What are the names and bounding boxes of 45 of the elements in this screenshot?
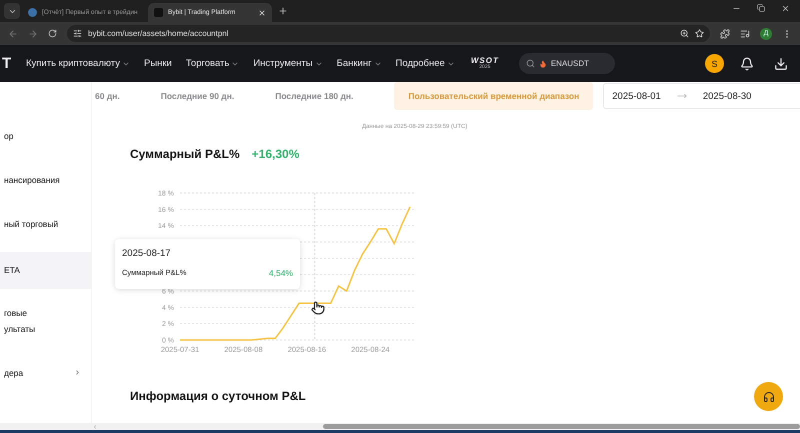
new-tab-button[interactable] [278, 6, 288, 16]
nav-link[interactable]: Купить криптовалюту [26, 58, 130, 69]
support-button[interactable] [754, 382, 783, 411]
nav-link[interactable]: Инструменты [253, 58, 323, 69]
media-icon[interactable] [740, 28, 750, 38]
close-icon[interactable] [781, 4, 790, 12]
hand-cursor-icon [310, 301, 325, 316]
nav-link[interactable]: Банкинг [336, 58, 382, 69]
download-icon[interactable] [774, 56, 788, 70]
tooltip-date: 2025-08-17 [122, 248, 172, 259]
sidebar-item[interactable]: нансирования [0, 164, 91, 196]
bell-icon[interactable] [740, 56, 754, 70]
favicon-icon [154, 8, 163, 17]
nav-link[interactable]: Рынки [144, 58, 172, 69]
section-title: Информация о суточном P&L [129, 388, 306, 403]
tooltip-value: 4,54% [268, 268, 293, 278]
arrow-right-icon [676, 91, 687, 101]
pnl-value: +16,30% [252, 147, 300, 161]
tab-search-button[interactable] [4, 3, 20, 19]
flame-icon [538, 60, 547, 68]
chart-title: Суммарный P&L% [130, 147, 240, 161]
site-logo[interactable]: T [2, 55, 26, 72]
back-icon[interactable] [8, 28, 18, 38]
user-avatar[interactable]: S [705, 54, 724, 73]
extensions-icon[interactable] [720, 28, 730, 38]
search-icon [526, 59, 535, 68]
reload-icon[interactable] [48, 29, 57, 38]
favicon-icon [28, 8, 37, 17]
sidebar-item[interactable]: ный торговый [0, 208, 91, 240]
address-bar[interactable]: bybit.com/user/assets/home/accountpnl [67, 25, 710, 42]
scrollbar-thumb[interactable] [323, 424, 800, 429]
forward-icon[interactable] [28, 28, 38, 38]
headset-icon [762, 390, 774, 402]
bookmark-star-icon[interactable] [695, 29, 704, 38]
search-field[interactable]: ENAUSDT [518, 53, 615, 74]
nav-link[interactable]: Торговать [186, 58, 240, 69]
site-settings-icon[interactable] [73, 29, 82, 38]
sidebar-item[interactable]: дера [0, 356, 91, 389]
nav-link[interactable]: Подробнее [396, 58, 455, 69]
sidebar-item[interactable]: ор [0, 120, 91, 152]
date-range-field[interactable]: 2025-08-01 2025-08-30 [603, 83, 800, 109]
sidebar-item[interactable]: ETA [0, 252, 91, 289]
zoom-icon[interactable] [680, 29, 689, 38]
restore-icon[interactable] [757, 4, 765, 12]
sidebar-item[interactable]: говые ультаты [0, 296, 91, 345]
